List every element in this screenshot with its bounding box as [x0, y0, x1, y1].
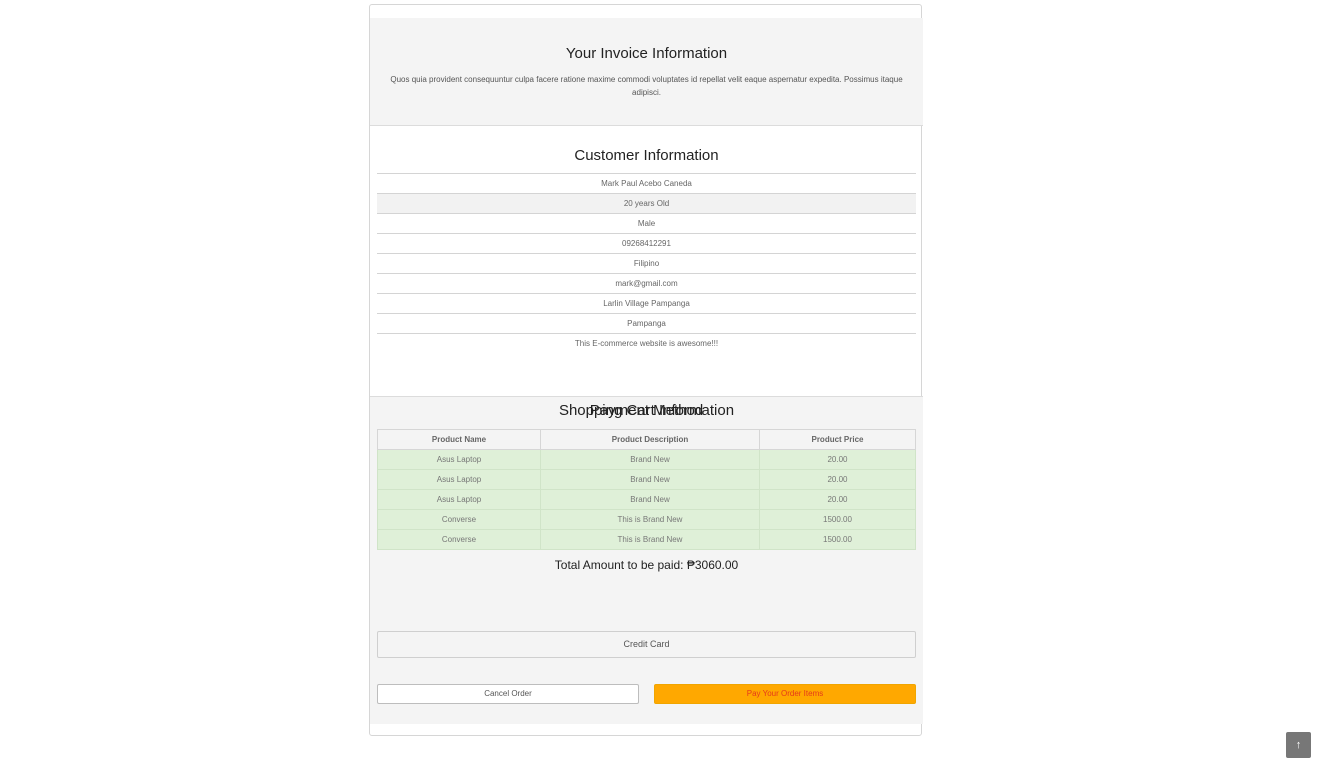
- customer-info-list: Mark Paul Acebo Caneda 20 years Old Male…: [377, 173, 916, 353]
- payment-method-title: Payment Method: [589, 402, 704, 419]
- cell-product-name: Asus Laptop: [377, 449, 541, 470]
- cell-product-price: 20.00: [759, 489, 916, 510]
- cell-product-description: This is Brand New: [540, 529, 760, 550]
- table-row: Converse This is Brand New 1500.00: [377, 529, 916, 550]
- invoice-title: Your Invoice Information: [565, 45, 728, 62]
- column-header-product-price: Product Price: [759, 429, 916, 450]
- cell-product-description: Brand New: [540, 469, 760, 490]
- customer-gender: Male: [377, 214, 916, 234]
- cancel-order-button[interactable]: Cancel Order: [377, 684, 639, 704]
- pay-order-button[interactable]: Pay Your Order Items: [654, 684, 916, 704]
- table-header-row: Product Name Product Description Product…: [377, 429, 916, 450]
- total-amount: Total Amount to be paid: ₱3060.00: [554, 558, 739, 572]
- cart-table: Product Name Product Description Product…: [377, 429, 916, 550]
- customer-section: Customer Information Mark Paul Acebo Can…: [370, 126, 923, 396]
- cell-product-description: Brand New: [540, 489, 760, 510]
- customer-name: Mark Paul Acebo Caneda: [377, 174, 916, 194]
- customer-title: Customer Information: [574, 147, 719, 164]
- customer-phone: 09268412291: [377, 234, 916, 254]
- customer-province: Pampanga: [377, 314, 916, 334]
- column-header-product-description: Product Description: [540, 429, 760, 450]
- cell-product-name: Converse: [377, 529, 541, 550]
- table-row: Asus Laptop Brand New 20.00: [377, 469, 916, 490]
- scroll-to-top-button[interactable]: ↑: [1286, 732, 1311, 758]
- cell-product-price: 1500.00: [759, 509, 916, 530]
- invoice-header: Your Invoice Information Quos quia provi…: [370, 18, 923, 126]
- cell-product-name: Asus Laptop: [377, 469, 541, 490]
- table-row: Converse This is Brand New 1500.00: [377, 509, 916, 530]
- cell-product-price: 20.00: [759, 469, 916, 490]
- invoice-description: Quos quia provident consequuntur culpa f…: [390, 75, 903, 97]
- cell-product-description: Brand New: [540, 449, 760, 470]
- invoice-panel: Your Invoice Information Quos quia provi…: [369, 4, 923, 736]
- customer-address: Larlin Village Pampanga: [377, 294, 916, 314]
- customer-email: mark@gmail.com: [377, 274, 916, 294]
- customer-age: 20 years Old: [377, 194, 916, 214]
- cell-product-description: This is Brand New: [540, 509, 760, 530]
- table-row: Asus Laptop Brand New 20.00: [377, 449, 916, 470]
- payment-method-select[interactable]: Credit Card: [377, 631, 916, 658]
- cell-product-price: 1500.00: [759, 529, 916, 550]
- cell-product-name: Converse: [377, 509, 541, 530]
- customer-nationality: Filipino: [377, 254, 916, 274]
- column-header-product-name: Product Name: [377, 429, 541, 450]
- table-row: Asus Laptop Brand New 20.00: [377, 489, 916, 510]
- cell-product-price: 20.00: [759, 449, 916, 470]
- cell-product-name: Asus Laptop: [377, 489, 541, 510]
- arrow-up-icon: ↑: [1295, 739, 1302, 751]
- customer-note: This E-commerce website is awesome!!!: [574, 339, 719, 348]
- cart-section: Shopping Cart Information Product Name P…: [370, 396, 923, 724]
